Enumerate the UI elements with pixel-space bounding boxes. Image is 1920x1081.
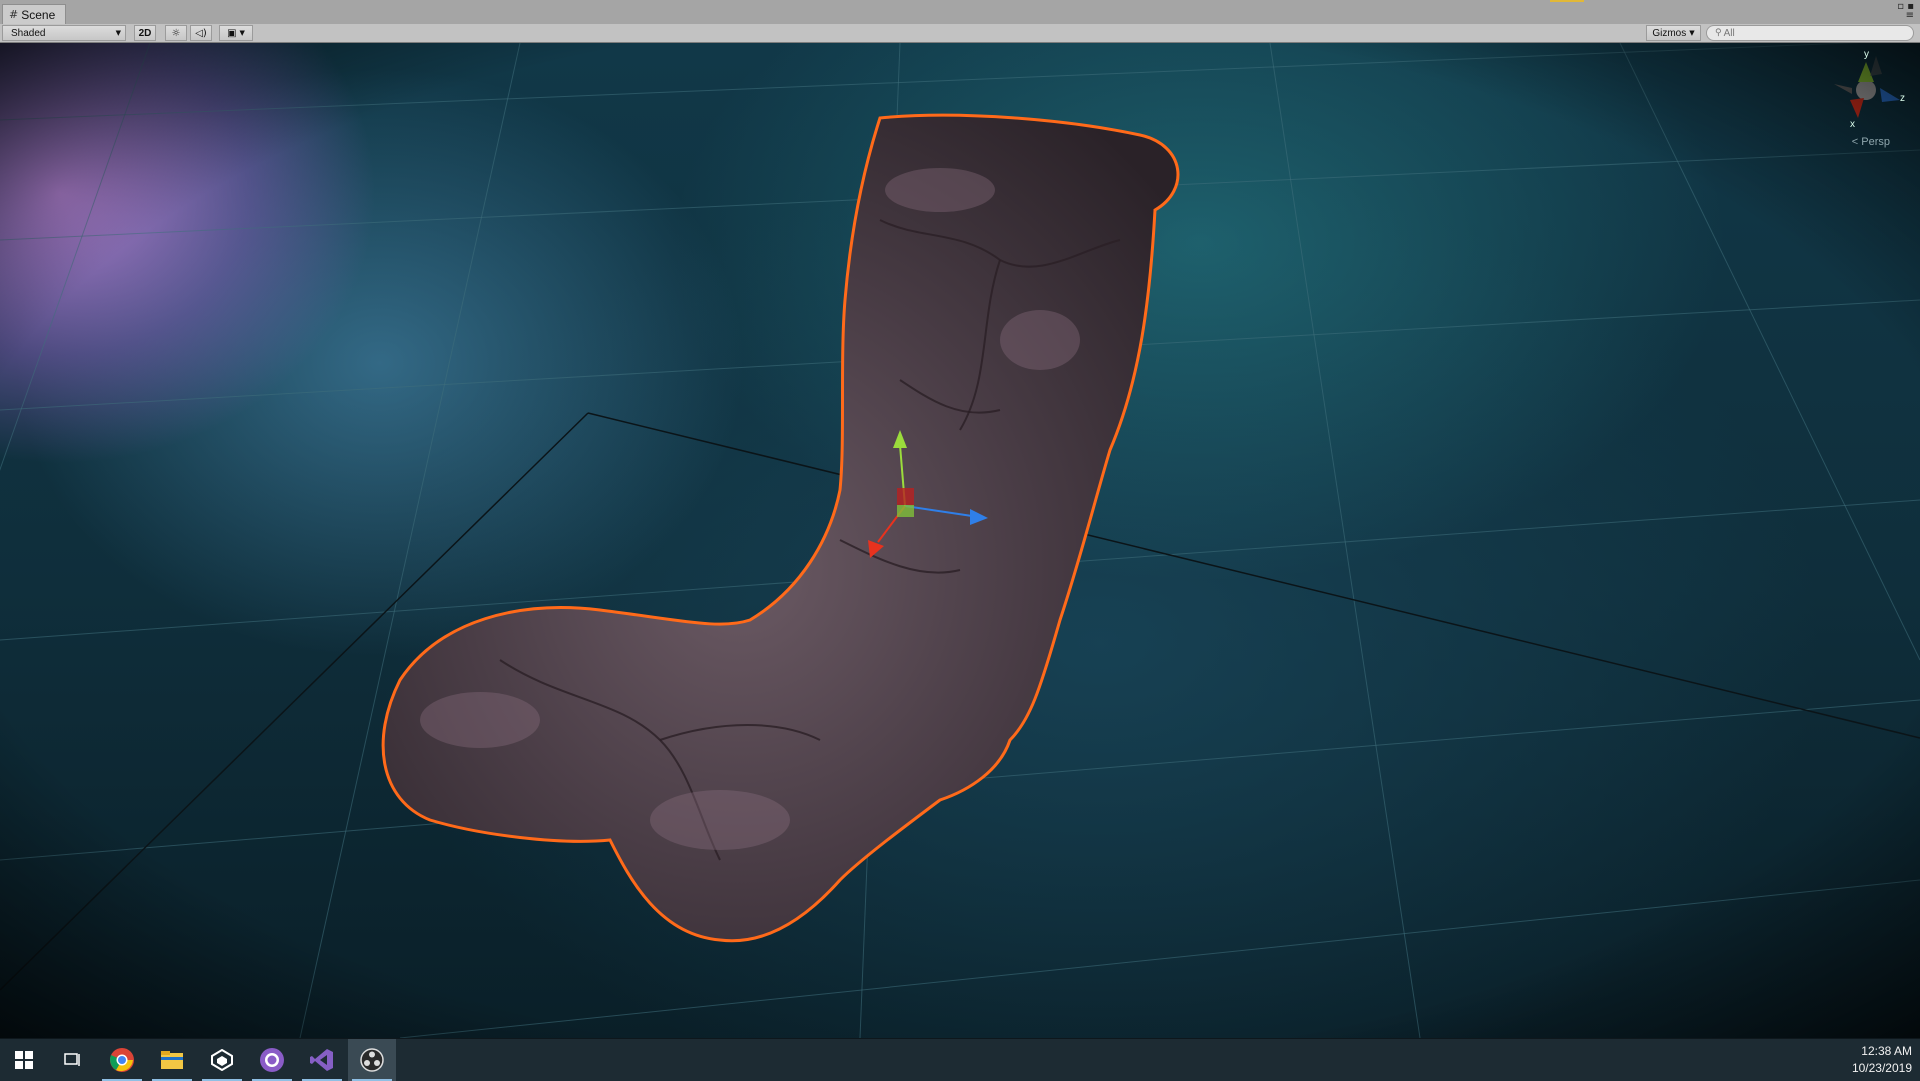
grid-icon: # bbox=[9, 8, 19, 21]
search-icon: ⚲ bbox=[1715, 28, 1722, 38]
shading-mode-label: Shaded bbox=[11, 27, 46, 39]
windows-taskbar: 12:38 AM 10/23/2019 bbox=[0, 1038, 1920, 1081]
task-view-icon bbox=[64, 1053, 80, 1066]
unity-app[interactable] bbox=[198, 1039, 246, 1081]
gizmos-label: Gizmos bbox=[1652, 27, 1687, 39]
visual-studio-app[interactable] bbox=[298, 1039, 346, 1081]
chevron-down-icon: ▼ bbox=[1689, 29, 1695, 37]
tab-scene[interactable]: # Scene bbox=[2, 4, 66, 24]
file-explorer-app[interactable] bbox=[148, 1039, 196, 1081]
axis-label-z: z bbox=[1900, 93, 1905, 104]
chrome-icon bbox=[110, 1048, 134, 1072]
chevron-down-icon: ▼ bbox=[239, 29, 245, 37]
camera-mode-label[interactable]: < Persp bbox=[1852, 136, 1890, 148]
windows-logo-icon bbox=[15, 1051, 33, 1069]
start-button[interactable] bbox=[0, 1039, 48, 1081]
system-clock[interactable]: 12:38 AM 10/23/2019 bbox=[1852, 1043, 1912, 1077]
camera-mode-text: Persp bbox=[1861, 136, 1890, 148]
lighting-toggle-button[interactable]: ☼ bbox=[165, 25, 187, 41]
obs-icon bbox=[360, 1048, 384, 1072]
clock-time: 12:38 AM bbox=[1861, 1044, 1912, 1058]
scene-toolbar: Shaded ▼ 2D ☼ ◁) ▣ ▼ Gizmos ▼ ⚲ All bbox=[0, 24, 1920, 43]
clock-date: 10/23/2019 bbox=[1851, 1061, 1912, 1075]
orientation-gizmo bbox=[1834, 56, 1900, 118]
scene-viewport[interactable]: y z x < Persp bbox=[0, 43, 1920, 1038]
chevron-down-icon: ▼ bbox=[115, 29, 121, 37]
tab-scene-label: Scene bbox=[21, 7, 56, 22]
audio-toggle-button[interactable]: ◁) bbox=[190, 25, 212, 41]
menu-icon[interactable]: ≡ bbox=[1906, 10, 1914, 21]
github-desktop-app[interactable] bbox=[248, 1039, 296, 1081]
tab-highlight-accent bbox=[1550, 0, 1584, 2]
search-placeholder: All bbox=[1723, 27, 1735, 39]
task-view-button[interactable] bbox=[48, 1039, 96, 1081]
visual-studio-icon bbox=[310, 1049, 333, 1071]
github-icon bbox=[260, 1048, 284, 1072]
axis-label-x: x bbox=[1850, 119, 1855, 130]
toggle-2d-label: 2D bbox=[138, 27, 152, 39]
image-icon: ▣ bbox=[227, 27, 237, 39]
tab-bar: # Scene ▫ ▪ ≡ bbox=[0, 0, 1920, 25]
window-controls[interactable]: ▫ ▪ ≡ bbox=[1897, 2, 1914, 21]
chevron-left-icon: < bbox=[1851, 136, 1859, 148]
axis-label-y: y bbox=[1864, 49, 1869, 60]
speaker-icon: ◁) bbox=[195, 27, 207, 39]
unity-icon bbox=[211, 1049, 233, 1071]
unity-editor-window: # Scene ▫ ▪ ≡ Shaded ▼ 2D ☼ ◁) ▣ ▼ Gizmo… bbox=[0, 0, 1920, 1038]
effects-dropdown-button[interactable]: ▣ ▼ bbox=[219, 25, 253, 41]
obs-app[interactable] bbox=[348, 1039, 396, 1081]
sun-icon: ☼ bbox=[171, 27, 181, 39]
chrome-app[interactable] bbox=[98, 1039, 146, 1081]
hierarchy-search-input[interactable]: ⚲ All bbox=[1706, 25, 1914, 41]
shading-mode-dropdown[interactable]: Shaded ▼ bbox=[2, 25, 126, 41]
toggle-2d-button[interactable]: 2D bbox=[134, 25, 156, 41]
gizmos-dropdown[interactable]: Gizmos ▼ bbox=[1646, 25, 1701, 41]
folder-icon bbox=[161, 1051, 183, 1069]
selected-rock-mesh bbox=[381, 113, 1180, 943]
